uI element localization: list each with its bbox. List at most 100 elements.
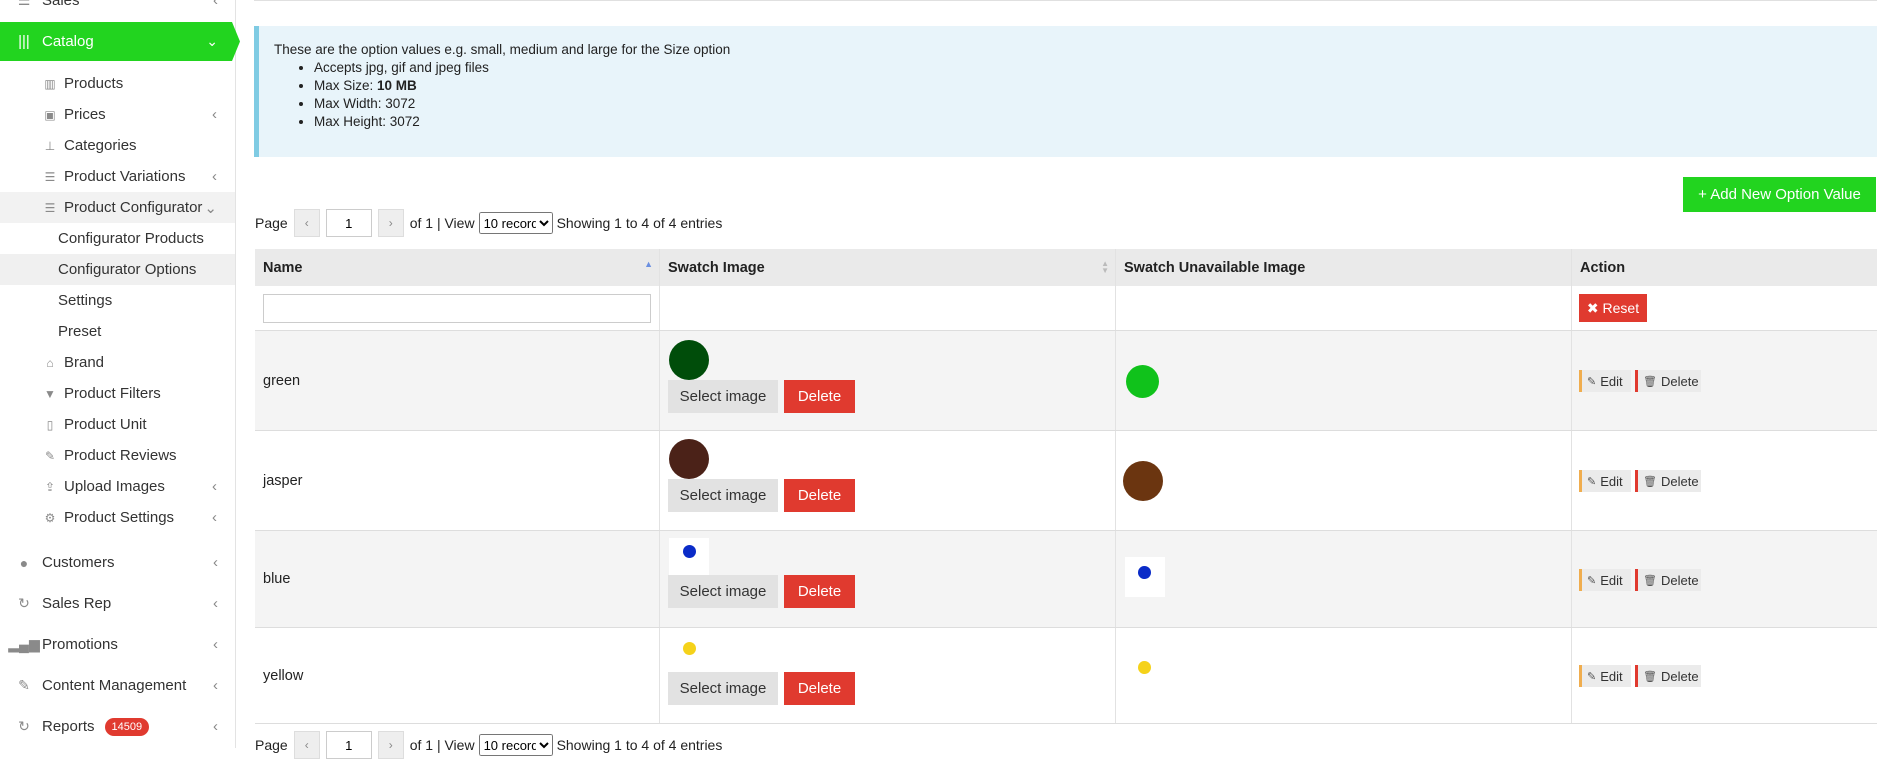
next-page-button[interactable]: › [377, 209, 404, 237]
sidebar-item-content-management[interactable]: ✎ Content Management ‹ [0, 665, 236, 706]
chevron-left-icon: ‹ [213, 595, 218, 612]
header-name[interactable]: Name ▲ [255, 249, 660, 286]
trash-icon: 🗑 [1643, 375, 1657, 388]
sidebar-item-configurator-products[interactable]: Configurator Products [0, 223, 235, 254]
filter-cell [660, 286, 1116, 330]
records-per-page-select[interactable]: 10 records [478, 734, 553, 756]
barcode-icon: ||| [18, 33, 30, 50]
select-image-button[interactable]: Select image [668, 672, 778, 705]
sidebar-item-label: Configurator Options [58, 261, 197, 278]
name-cell: jasper [255, 431, 660, 530]
name-cell: yellow [255, 628, 660, 723]
chevron-left-icon: ‹ [213, 554, 218, 571]
pager-bottom: Page ‹ › of 1 | View 10 records Showing … [255, 731, 722, 759]
sidebar-item-label: Customers [42, 554, 115, 571]
delete-image-button[interactable]: Delete [784, 575, 855, 608]
edit-button[interactable]: ✎ Edit [1579, 569, 1631, 591]
select-image-button[interactable]: Select image [668, 575, 778, 608]
sidebar-item-product-reviews[interactable]: ✎ Product Reviews [0, 440, 235, 471]
sidebar-item-sales-rep[interactable]: ↻ Sales Rep ‹ [0, 583, 236, 624]
delete-image-button[interactable]: Delete [784, 672, 855, 705]
sidebar-item-preset[interactable]: Preset [0, 316, 235, 347]
swatch-unavailable-image [1123, 461, 1163, 501]
trash-icon: 🗑 [1643, 475, 1657, 488]
delete-button[interactable]: 🗑 Delete [1635, 370, 1701, 392]
filter-cell [1116, 286, 1572, 330]
sidebar-item-product-settings[interactable]: ⚙ Product Settings ‹ [0, 502, 235, 533]
swatch-image-frame [669, 538, 709, 578]
sidebar-item-upload-images[interactable]: ⇪ Upload Images ‹ [0, 471, 235, 502]
page-input[interactable] [325, 209, 372, 237]
sidebar-item-label: Product Reviews [64, 447, 177, 464]
info-item-label: Max Width: 3072 [314, 96, 416, 111]
barcode-icon: ▥ [44, 76, 56, 91]
sidebar-item-product-filters[interactable]: ▼ Product Filters [0, 378, 235, 409]
swatch-unavailable-image [1138, 566, 1151, 579]
action-cell: ✎ Edit 🗑 Delete [1572, 331, 1877, 430]
reset-filter-button[interactable]: ✖ Reset [1579, 294, 1647, 322]
header-label: Action [1580, 259, 1626, 276]
swatch-unavailable-image [1138, 661, 1151, 674]
sidebar-item-categories[interactable]: ⊥ Categories [0, 130, 235, 161]
sidebar-item-product-unit[interactable]: ▯ Product Unit [0, 409, 235, 440]
sidebar: ☰ Sales ‹ ||| Catalog ⌄ ▥ Products ▣ Pri… [0, 0, 240, 748]
prev-page-button[interactable]: ‹ [293, 209, 320, 237]
refresh-icon: ↻ [18, 595, 30, 611]
info-intro: These are the option values e.g. small, … [274, 42, 731, 57]
sidebar-item-label: Product Variations [64, 168, 186, 185]
sidebar-item-products[interactable]: ▥ Products [0, 68, 235, 99]
delete-button[interactable]: 🗑 Delete [1635, 470, 1701, 492]
sidebar-item-label: Sales [42, 0, 80, 9]
edit-button[interactable]: ✎ Edit [1579, 665, 1631, 687]
header-swatch-image[interactable]: Swatch Image ▲ ▼ [660, 249, 1116, 286]
sidebar-item-label: Brand [64, 354, 105, 371]
filter-cell [255, 286, 660, 330]
option-name: yellow [263, 668, 304, 684]
sidebar-item-label: Product Configurator [64, 199, 203, 216]
name-cell: blue [255, 531, 660, 627]
sidebar-item-settings[interactable]: Settings [0, 285, 235, 316]
info-item: Max Height: 3072 [314, 113, 1877, 131]
swatch-unavailable-cell [1116, 331, 1572, 430]
edit-icon: ✎ [1587, 670, 1597, 683]
chevron-left-icon: ‹ [212, 509, 217, 526]
delete-button[interactable]: 🗑 Delete [1635, 569, 1701, 591]
bar-chart-icon: ▂▄▆ [8, 636, 40, 652]
add-new-option-value-button[interactable]: + Add New Option Value [1683, 177, 1876, 212]
sidebar-item-brand[interactable]: ⌂ Brand [0, 347, 235, 378]
delete-button[interactable]: 🗑 Delete [1635, 665, 1701, 687]
sidebar-item-product-configurator[interactable]: ☰ Product Configurator ⌄ [0, 192, 235, 223]
name-filter-input[interactable] [263, 294, 651, 323]
gift-icon: ⌂ [46, 355, 54, 370]
sidebar-item-sales[interactable]: ☰ Sales ‹ [0, 0, 236, 21]
sidebar-item-label: Configurator Products [58, 230, 204, 247]
delete-image-button[interactable]: Delete [784, 380, 855, 413]
sidebar-item-promotions[interactable]: ▂▄▆ Promotions ‹ [0, 624, 236, 665]
refresh-icon: ↻ [18, 718, 30, 734]
delete-image-button[interactable]: Delete [784, 479, 855, 512]
records-per-page-select[interactable]: 10 records [478, 212, 553, 234]
sidebar-item-reports[interactable]: ↻ Reports 14509 ‹ [0, 706, 236, 747]
chevron-left-icon: ‹ [213, 0, 218, 9]
prev-page-button[interactable]: ‹ [293, 731, 320, 759]
sidebar-item-configurator-options[interactable]: Configurator Options [0, 254, 235, 285]
select-image-button[interactable]: Select image [668, 380, 778, 413]
sort-both-icon: ▲ ▼ [1101, 259, 1109, 275]
sidebar-item-customers[interactable]: ● Customers ‹ [0, 542, 236, 583]
sidebar-item-prices[interactable]: ▣ Prices ‹ [0, 99, 235, 130]
sidebar-item-label: Product Settings [64, 509, 175, 526]
next-page-button[interactable]: › [377, 731, 404, 759]
sidebar-item-product-variations[interactable]: ☰ Product Variations ‹ [0, 161, 235, 192]
chevron-left-icon: ‹ [212, 478, 217, 495]
chevron-left-icon: ‹ [213, 718, 218, 735]
filter-icon: ▼ [44, 386, 56, 401]
sidebar-item-label: Content Management [42, 677, 187, 694]
edit-icon: ✎ [44, 448, 56, 463]
edit-button[interactable]: ✎ Edit [1579, 370, 1631, 392]
page-input[interactable] [325, 731, 372, 759]
sidebar-item-label: Categories [64, 137, 137, 154]
select-image-button[interactable]: Select image [668, 479, 778, 512]
action-cell: ✎ Edit 🗑 Delete [1572, 531, 1877, 627]
sidebar-item-catalog[interactable]: ||| Catalog ⌄ [0, 22, 240, 61]
edit-button[interactable]: ✎ Edit [1579, 470, 1631, 492]
